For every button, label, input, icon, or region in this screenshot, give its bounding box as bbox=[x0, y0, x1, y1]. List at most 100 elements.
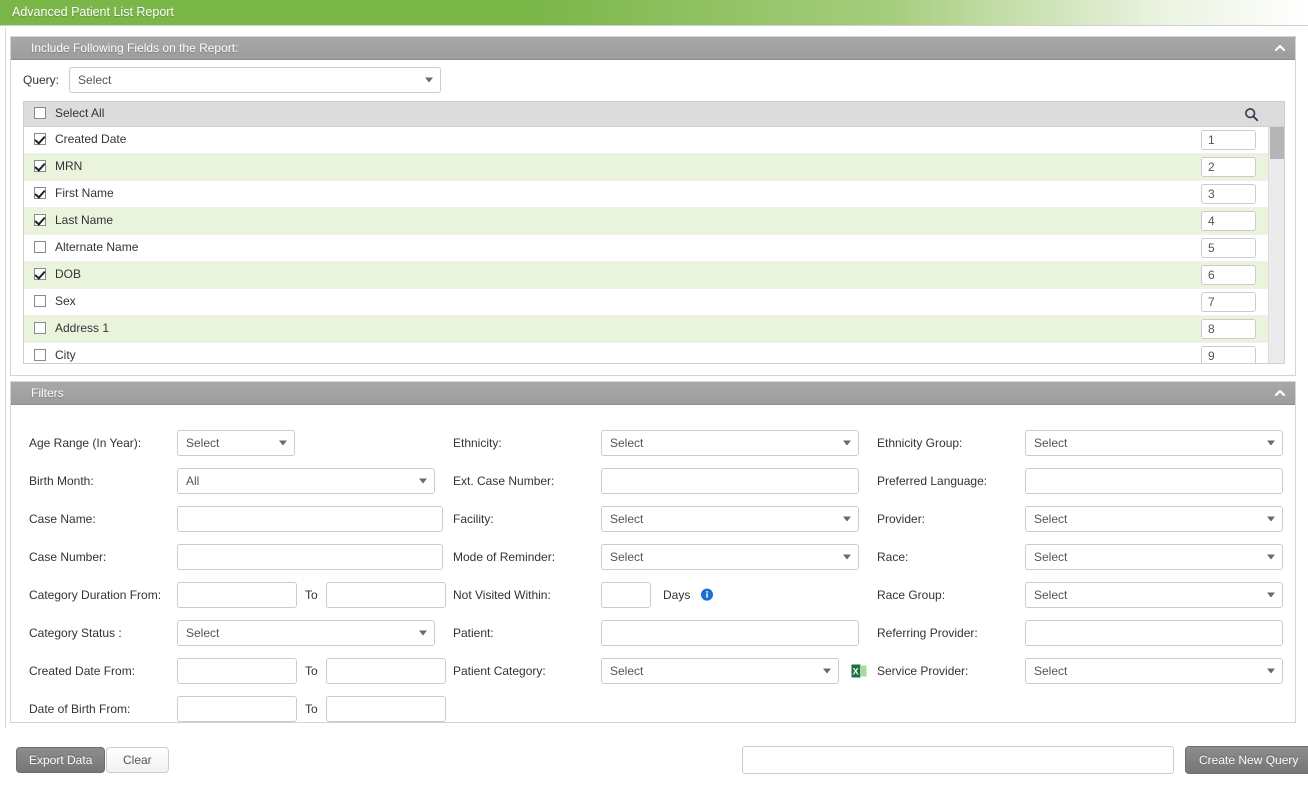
field-list-row[interactable]: City 9 bbox=[24, 343, 1284, 363]
select-all-row[interactable]: Select All bbox=[34, 106, 104, 120]
query-select[interactable]: Select bbox=[69, 67, 442, 93]
footer-bar: Export Data Clear Create New Query bbox=[0, 735, 1308, 788]
filter-text-input[interactable] bbox=[177, 544, 443, 570]
field-checkbox[interactable] bbox=[34, 295, 46, 307]
field-list-row[interactable]: Sex 7 bbox=[24, 289, 1284, 316]
filter-select[interactable]: Select bbox=[1025, 430, 1283, 456]
field-checkbox[interactable] bbox=[34, 187, 46, 199]
field-checkbox-group[interactable]: Alternate Name bbox=[34, 240, 138, 254]
filter-select[interactable]: Select bbox=[601, 506, 859, 532]
field-checkbox[interactable] bbox=[34, 241, 46, 253]
field-list-row[interactable]: Last Name 4 bbox=[24, 208, 1284, 235]
filter-range-from-input[interactable] bbox=[177, 658, 297, 684]
filter-text-input[interactable] bbox=[601, 620, 859, 646]
chevron-down-icon bbox=[1267, 554, 1275, 560]
filter-text-input[interactable] bbox=[1025, 468, 1283, 494]
field-checkbox-group[interactable]: Created Date bbox=[34, 132, 126, 146]
field-list-row[interactable]: MRN 2 bbox=[24, 154, 1284, 181]
filter-label: Category Status : bbox=[29, 626, 122, 640]
field-order-input[interactable]: 6 bbox=[1201, 265, 1256, 285]
filter-range-from-input[interactable] bbox=[177, 582, 297, 608]
field-order-input[interactable]: 1 bbox=[1201, 130, 1256, 150]
field-list: Select All Created Date 1 MRN 2 First Name 3 L… bbox=[23, 101, 1285, 364]
days-label: Days bbox=[663, 588, 691, 602]
field-list-row[interactable]: Created Date 1 bbox=[24, 127, 1284, 154]
filter-select[interactable]: Select bbox=[1025, 658, 1283, 684]
filter-select[interactable]: Select bbox=[1025, 506, 1283, 532]
filter-row: Case Number: bbox=[29, 543, 443, 571]
field-checkbox-group[interactable]: First Name bbox=[34, 186, 114, 200]
filter-row: Preferred Language: bbox=[877, 467, 1283, 495]
filter-range-to-input[interactable] bbox=[325, 582, 446, 608]
filter-select[interactable]: Select bbox=[601, 544, 859, 570]
field-order-input[interactable]: 3 bbox=[1201, 184, 1256, 204]
filter-text-input[interactable] bbox=[601, 468, 859, 494]
filter-select[interactable]: Select bbox=[1025, 582, 1283, 608]
create-new-query-button[interactable]: Create New Query bbox=[1185, 746, 1308, 774]
info-icon[interactable] bbox=[700, 588, 714, 602]
field-list-scrollbar[interactable] bbox=[1268, 127, 1284, 363]
field-checkbox[interactable] bbox=[34, 214, 46, 226]
filter-label: Mode of Reminder: bbox=[453, 550, 556, 564]
range-to-label: To bbox=[305, 702, 318, 716]
field-list-row[interactable]: First Name 3 bbox=[24, 181, 1284, 208]
field-checkbox[interactable] bbox=[34, 349, 46, 361]
chevron-up-icon[interactable] bbox=[1273, 41, 1287, 55]
filter-label: Patient Category: bbox=[453, 664, 546, 678]
filter-range-from-input[interactable] bbox=[177, 696, 297, 722]
field-order-input[interactable]: 8 bbox=[1201, 319, 1256, 339]
field-list-row[interactable]: DOB 6 bbox=[24, 262, 1284, 289]
filter-select[interactable]: Select bbox=[601, 658, 839, 684]
field-order-input[interactable]: 7 bbox=[1201, 292, 1256, 312]
field-list-row[interactable]: Address 1 8 bbox=[24, 316, 1284, 343]
field-order-input[interactable]: 9 bbox=[1201, 346, 1256, 363]
filter-label: Birth Month: bbox=[29, 474, 94, 488]
filter-select[interactable]: Select bbox=[177, 620, 435, 646]
field-checkbox[interactable] bbox=[34, 322, 46, 334]
page-scrollbar-track[interactable] bbox=[5, 28, 6, 728]
include-fields-panel: Include Following Fields on the Report: … bbox=[10, 36, 1296, 376]
filter-label: Service Provider: bbox=[877, 664, 969, 678]
field-checkbox-group[interactable]: City bbox=[34, 348, 76, 362]
filter-select-value: Select bbox=[1034, 550, 1068, 564]
select-all-checkbox[interactable] bbox=[34, 107, 46, 119]
field-order-input[interactable]: 5 bbox=[1201, 238, 1256, 258]
include-fields-panel-header: Include Following Fields on the Report: bbox=[11, 37, 1295, 60]
filter-row: Ethnicity: Select bbox=[453, 429, 859, 457]
chevron-up-icon[interactable] bbox=[1273, 386, 1287, 400]
filter-select[interactable]: Select bbox=[177, 430, 295, 456]
not-visited-within-input[interactable] bbox=[601, 582, 651, 608]
field-order-input[interactable]: 2 bbox=[1201, 157, 1256, 177]
filter-row: Mode of Reminder: Select bbox=[453, 543, 859, 571]
excel-export-icon[interactable]: X bbox=[851, 663, 867, 679]
field-checkbox[interactable] bbox=[34, 133, 46, 145]
filter-range-to-input[interactable] bbox=[325, 696, 446, 722]
field-label: Last Name bbox=[55, 213, 114, 227]
field-checkbox[interactable] bbox=[34, 268, 46, 280]
field-checkbox-group[interactable]: Address 1 bbox=[34, 321, 109, 335]
field-list-row[interactable]: Alternate Name 5 bbox=[24, 235, 1284, 262]
filter-row: Category Duration From: To bbox=[29, 581, 446, 609]
include-fields-panel-title: Include Following Fields on the Report: bbox=[31, 41, 239, 55]
clear-button[interactable]: Clear bbox=[106, 747, 169, 773]
search-icon[interactable] bbox=[1244, 107, 1259, 122]
filter-text-input[interactable] bbox=[177, 506, 443, 532]
field-list-scrollbar-thumb[interactable] bbox=[1270, 127, 1284, 159]
filter-select[interactable]: Select bbox=[1025, 544, 1283, 570]
filter-label: Case Number: bbox=[29, 550, 107, 564]
filter-row: Date of Birth From: To bbox=[29, 695, 446, 723]
field-label: Created Date bbox=[55, 132, 127, 146]
export-data-button[interactable]: Export Data bbox=[16, 747, 106, 773]
filter-text-input[interactable] bbox=[1025, 620, 1283, 646]
field-checkbox-group[interactable]: Last Name bbox=[34, 213, 113, 227]
field-checkbox-group[interactable]: MRN bbox=[34, 159, 82, 173]
field-checkbox[interactable] bbox=[34, 160, 46, 172]
query-name-input[interactable] bbox=[742, 746, 1174, 774]
field-checkbox-group[interactable]: DOB bbox=[34, 267, 81, 281]
filter-label: Race: bbox=[877, 550, 909, 564]
field-checkbox-group[interactable]: Sex bbox=[34, 294, 76, 308]
filter-range-to-input[interactable] bbox=[325, 658, 446, 684]
filter-select[interactable]: All bbox=[177, 468, 435, 494]
filter-select[interactable]: Select bbox=[601, 430, 859, 456]
field-order-input[interactable]: 4 bbox=[1201, 211, 1256, 231]
